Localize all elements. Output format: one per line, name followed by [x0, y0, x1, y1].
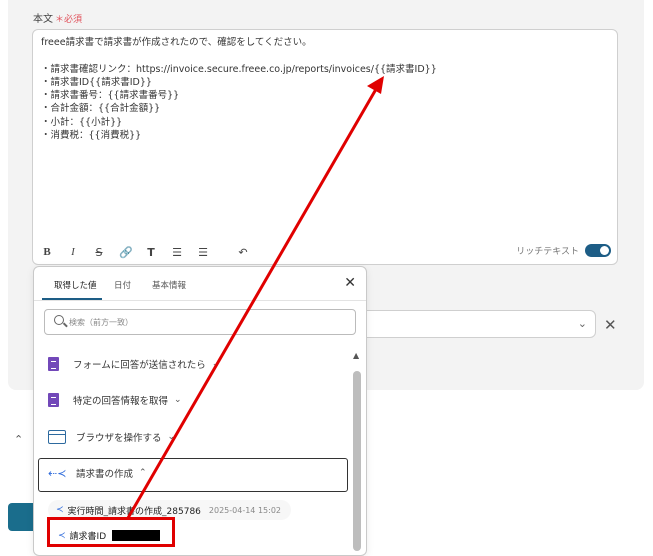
annotation-arrow: [126, 76, 384, 519]
highlight-box: [47, 517, 175, 547]
